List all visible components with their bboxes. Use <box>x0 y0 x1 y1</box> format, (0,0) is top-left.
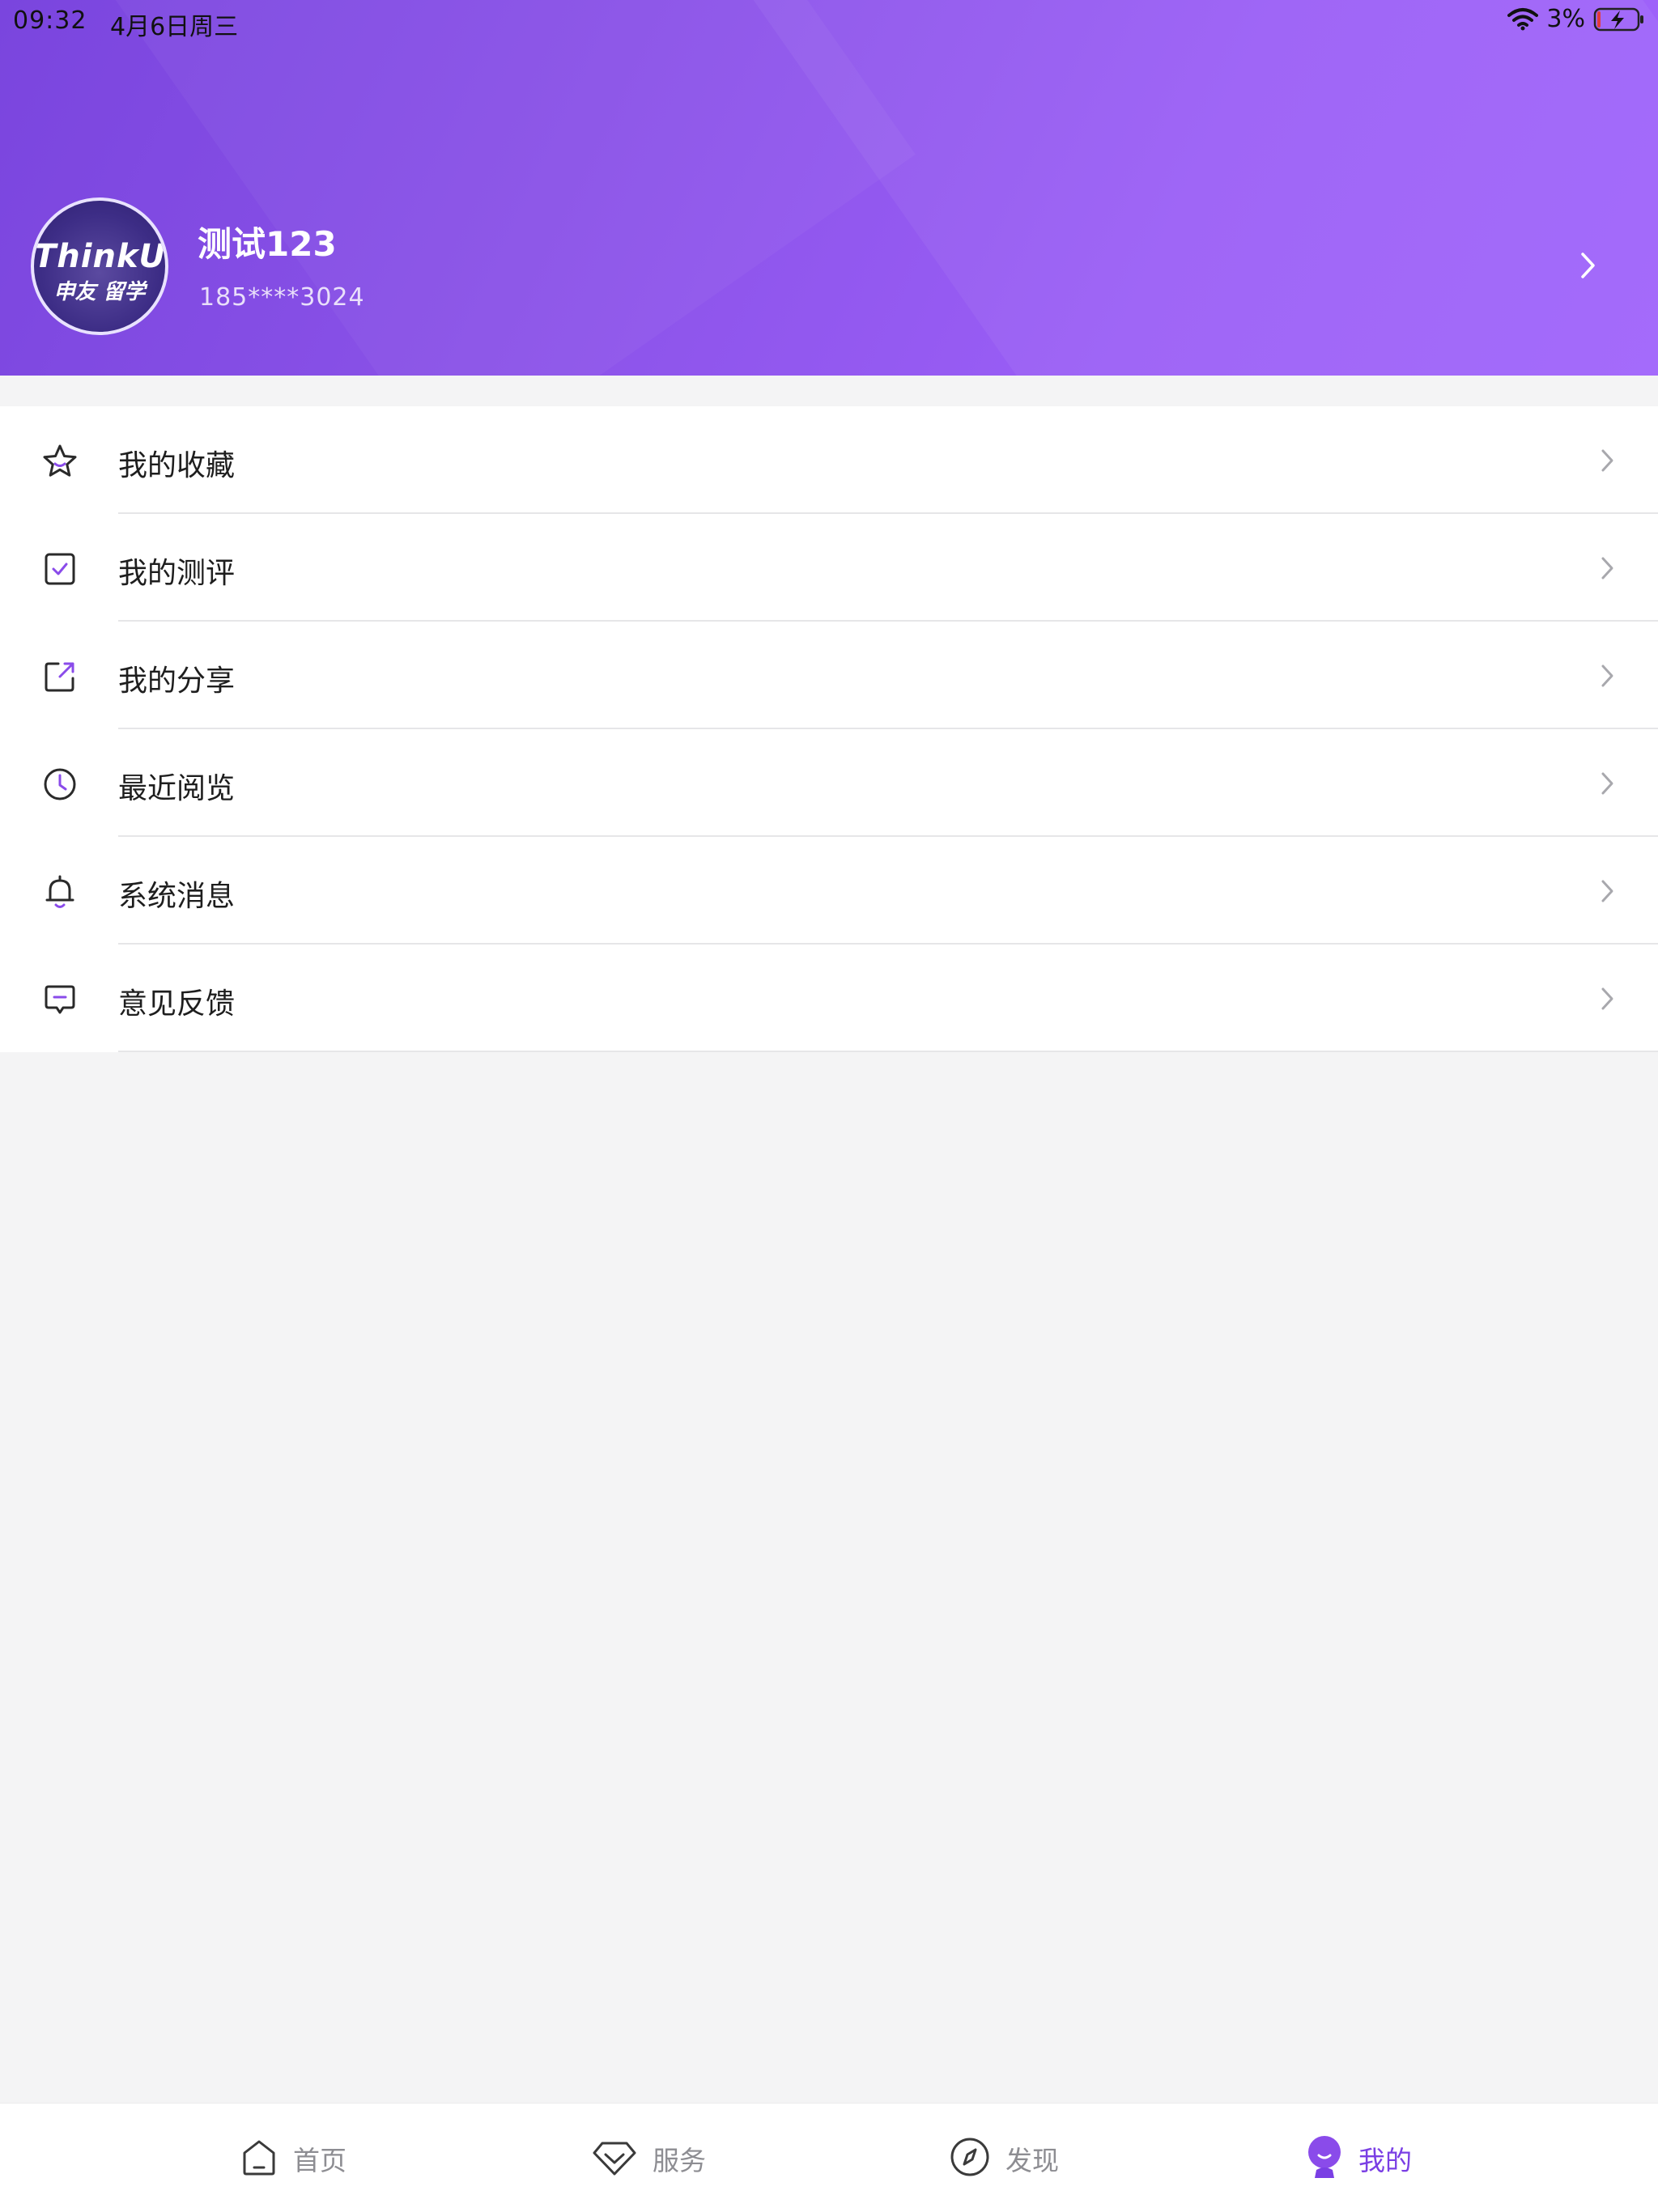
menu-item-label: 系统消息 <box>118 880 236 913</box>
diamond-icon <box>591 2137 638 2180</box>
clock-icon <box>40 765 79 804</box>
menu-item-assessments[interactable]: 我的测评 <box>0 514 1658 622</box>
chevron-right-icon <box>1600 662 1616 693</box>
menu-item-label: 我的测评 <box>118 557 236 590</box>
menu-list: 我的收藏 我的测评 我的分享 最近阅览 系统消息 意见反馈 <box>0 406 1658 1052</box>
tab-home[interactable]: 首页 <box>240 2134 346 2183</box>
tab-label: 发现 <box>1005 2145 1059 2176</box>
menu-item-label: 我的收藏 <box>118 449 236 482</box>
status-bar: 09:32 4月6日周三 3% <box>0 0 1658 42</box>
user-phone: 185****3024 <box>199 283 365 312</box>
status-date: 4月6日周三 <box>110 13 239 41</box>
menu-item-recent[interactable]: 最近阅览 <box>0 729 1658 837</box>
chevron-right-icon <box>1600 770 1616 800</box>
wifi-icon <box>1507 7 1539 32</box>
menu-item-shares[interactable]: 我的分享 <box>0 622 1658 729</box>
star-icon <box>40 442 79 481</box>
tab-label: 我的 <box>1358 2145 1412 2176</box>
bell-icon <box>40 872 79 911</box>
status-indicators: 3% <box>1507 5 1645 33</box>
tab-services[interactable]: 服务 <box>591 2134 706 2183</box>
tab-label: 服务 <box>653 2145 706 2176</box>
chevron-right-icon <box>1600 877 1616 908</box>
battery-percent: 3% <box>1546 5 1585 33</box>
tab-bar: 首页 服务 发现 我的 <box>0 2103 1658 2212</box>
menu-item-label: 我的分享 <box>118 664 236 698</box>
share-icon <box>40 657 79 696</box>
menu-item-feedback[interactable]: 意见反馈 <box>0 945 1658 1052</box>
checkbox-icon <box>40 550 79 588</box>
menu-item-label: 最近阅览 <box>118 772 236 805</box>
divider <box>118 1051 1658 1052</box>
chevron-right-icon <box>1600 985 1616 1016</box>
status-time: 09:32 <box>13 6 87 35</box>
feedback-icon <box>40 980 79 1019</box>
tab-mine[interactable]: 我的 <box>1305 2134 1412 2183</box>
tab-discover[interactable]: 发现 <box>949 2134 1059 2183</box>
compass-icon <box>949 2136 991 2181</box>
avatar-logo-subtext: 申友 留学 <box>53 280 146 304</box>
user-name[interactable]: 测试123 <box>198 217 337 266</box>
avatar[interactable]: ThinkU 申友 留学 <box>31 197 168 335</box>
chevron-right-icon[interactable] <box>1579 249 1598 285</box>
profile-icon <box>1305 2134 1344 2183</box>
profile-header: 09:32 4月6日周三 3% ThinkU 申友 留学 测试123 185**… <box>0 0 1658 376</box>
menu-item-messages[interactable]: 系统消息 <box>0 837 1658 945</box>
tab-label: 首页 <box>293 2145 346 2176</box>
chevron-right-icon <box>1600 554 1616 585</box>
battery-charging-icon <box>1593 6 1645 32</box>
menu-item-favorites[interactable]: 我的收藏 <box>0 406 1658 514</box>
avatar-logo-text: ThinkU <box>34 238 167 275</box>
menu-item-label: 意见反馈 <box>118 987 236 1021</box>
chevron-right-icon <box>1600 447 1616 478</box>
home-icon <box>240 2137 278 2180</box>
